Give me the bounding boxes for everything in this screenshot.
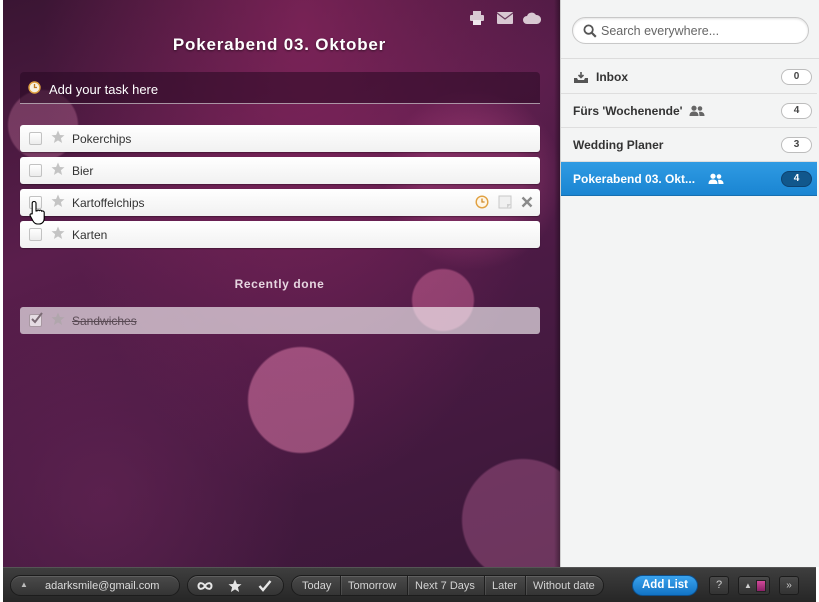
sidebar-item-label: Pokerabend 03. Okt...: [573, 172, 696, 186]
star-icon[interactable]: [51, 312, 65, 326]
sidebar-item-pokerabend[interactable]: Pokerabend 03. Okt... 4: [561, 162, 817, 196]
tab-next-7-days[interactable]: Next 7 Days: [415, 580, 475, 592]
add-task-placeholder: Add your task here: [49, 82, 159, 97]
task-label[interactable]: Sandwiches: [72, 314, 137, 328]
task-label[interactable]: Pokerchips: [72, 132, 131, 146]
inbox-icon: [573, 71, 589, 83]
add-task-input[interactable]: Add your task here: [20, 72, 540, 104]
help-button[interactable]: ?: [709, 576, 729, 595]
search-input[interactable]: [601, 21, 801, 41]
all-icon[interactable]: [193, 578, 217, 594]
more-button[interactable]: »: [779, 576, 799, 595]
task-row[interactable]: Kartoffelchips: [20, 189, 540, 216]
background-picker-button[interactable]: ▲: [738, 576, 770, 595]
add-list-button[interactable]: Add List: [632, 575, 698, 596]
clock-icon[interactable]: [475, 195, 489, 209]
tab-without-date[interactable]: Without date: [533, 580, 595, 592]
starred-icon[interactable]: [223, 578, 247, 594]
task-row[interactable]: Bier: [20, 157, 540, 184]
background-swatch-icon: [756, 580, 766, 592]
delete-icon[interactable]: [520, 195, 534, 209]
filter-group: [187, 575, 284, 596]
divider: [525, 576, 526, 595]
page-title: Pokerabend 03. Oktober: [172, 35, 387, 54]
task-label[interactable]: Kartoffelchips: [72, 196, 145, 210]
sidebar-item-wedding-planer[interactable]: Wedding Planer 3: [561, 128, 817, 162]
sidebar-item-inbox[interactable]: Inbox 0: [561, 60, 817, 94]
cloud-icon[interactable]: [523, 10, 541, 26]
divider: [561, 58, 819, 59]
task-checkbox-checked[interactable]: [29, 312, 43, 327]
caret-up-icon: ▲: [20, 580, 28, 589]
task-count-badge: 3: [781, 137, 812, 153]
caret-up-icon: ▲: [744, 581, 752, 590]
recently-done-heading: Recently done: [234, 277, 325, 291]
task-checkbox[interactable]: [29, 164, 42, 177]
star-icon[interactable]: [51, 162, 65, 176]
app-window: Pokerabend 03. Oktober Add your task her…: [0, 0, 819, 602]
task-checkbox[interactable]: [29, 132, 42, 145]
account-email: adarksmile@gmail.com: [45, 580, 160, 592]
mail-icon[interactable]: [496, 10, 514, 26]
done-task-row[interactable]: Sandwiches: [20, 307, 540, 334]
sidebar-item-label: Inbox: [596, 70, 628, 84]
task-row[interactable]: Karten: [20, 221, 540, 248]
done-icon[interactable]: [253, 578, 277, 594]
task-count-badge: 0: [781, 69, 812, 85]
search-icon: [583, 24, 597, 38]
print-icon[interactable]: [468, 10, 486, 26]
sidebar-item-wochenende[interactable]: Fürs 'Wochenende' 4: [561, 94, 817, 128]
star-icon[interactable]: [51, 226, 65, 240]
shared-users-icon: [689, 104, 705, 116]
task-pane: Pokerabend 03. Oktober Add your task her…: [3, 0, 560, 567]
date-filter-tabs: Today Tomorrow Next 7 Days Later Without…: [291, 575, 604, 596]
divider: [407, 576, 408, 595]
task-count-badge: 4: [781, 103, 812, 119]
tab-later[interactable]: Later: [492, 580, 517, 592]
bottom-toolbar: ▲ adarksmile@gmail.com Today Tomorrow Ne…: [3, 567, 816, 602]
task-label[interactable]: Karten: [72, 228, 107, 242]
search-box[interactable]: [572, 17, 809, 44]
sidebar-item-label: Fürs 'Wochenende': [573, 104, 683, 118]
divider: [484, 576, 485, 595]
divider: [340, 576, 341, 595]
tab-today[interactable]: Today: [302, 580, 331, 592]
star-icon[interactable]: [51, 194, 65, 208]
task-label[interactable]: Bier: [72, 164, 93, 178]
sidebar: Inbox 0 Fürs 'Wochenende' 4 Wedding Plan…: [560, 0, 819, 567]
note-icon[interactable]: [498, 195, 512, 209]
tab-tomorrow[interactable]: Tomorrow: [348, 580, 396, 592]
task-count-badge: 4: [781, 171, 812, 187]
task-checkbox[interactable]: [29, 228, 42, 241]
star-icon[interactable]: [51, 130, 65, 144]
task-checkbox[interactable]: [29, 196, 42, 209]
clock-icon: [28, 81, 41, 94]
sidebar-item-label: Wedding Planer: [573, 138, 664, 152]
task-row[interactable]: Pokerchips: [20, 125, 540, 152]
shared-users-icon: [708, 172, 724, 184]
account-button[interactable]: ▲ adarksmile@gmail.com: [10, 575, 180, 596]
